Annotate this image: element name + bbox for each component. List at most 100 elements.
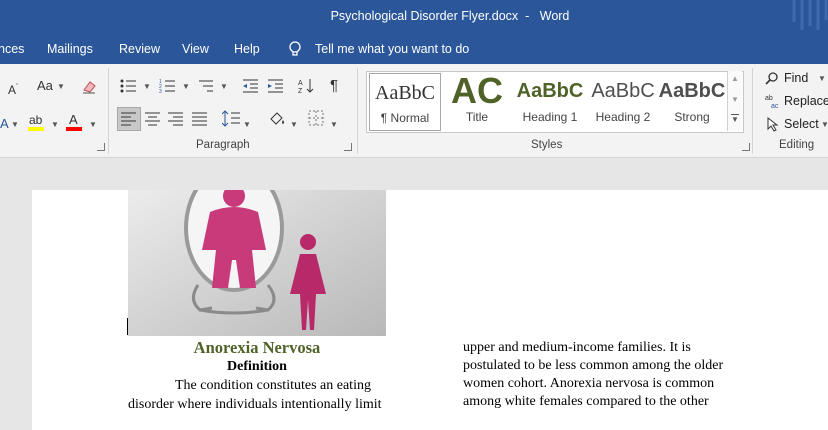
- document-name: Psychological Disorder Flyer.docx: [330, 9, 519, 23]
- numbering-dropdown-icon[interactable]: ▼: [182, 82, 190, 91]
- align-right-icon[interactable]: [168, 112, 184, 126]
- body-line-left[interactable]: The condition constitutes an eating: [175, 378, 371, 394]
- highlight-color-swatch: [28, 127, 44, 131]
- shading-dropdown-icon[interactable]: ▼: [290, 120, 298, 129]
- style-normal-sample: AaBbC: [375, 82, 435, 104]
- style-strong-sample: AaBbC: [658, 80, 726, 102]
- body-line-right[interactable]: women cohort. Anorexia nervosa is common: [463, 376, 714, 392]
- tab-view[interactable]: View: [182, 34, 209, 64]
- section-heading[interactable]: Anorexia Nervosa: [128, 338, 386, 358]
- show-formatting-marks-icon[interactable]: ¶: [330, 78, 338, 94]
- highlighter-icon: ab: [29, 113, 43, 127]
- select-dropdown-icon: ▼: [821, 120, 828, 129]
- styles-dialog-launcher[interactable]: [742, 143, 750, 151]
- find-label: Find: [784, 71, 809, 85]
- multilevel-list-icon[interactable]: [197, 78, 215, 94]
- font-color-swatch: [66, 127, 82, 131]
- numbering-icon[interactable]: 123: [159, 78, 175, 94]
- svg-text:ab: ab: [765, 95, 773, 102]
- style-title-name: Title: [465, 110, 489, 124]
- app-name: Word: [539, 9, 570, 23]
- tab-help[interactable]: Help: [234, 34, 260, 64]
- group-separator: [752, 68, 753, 154]
- tab-mailings[interactable]: Mailings: [47, 34, 93, 64]
- style-strong-name: Strong: [674, 110, 710, 124]
- body-line-right[interactable]: among white females compared to the othe…: [463, 394, 709, 410]
- paragraph-dialog-launcher[interactable]: [344, 143, 352, 151]
- style-heading-2[interactable]: AaBbC Heading 2: [588, 72, 658, 132]
- tab-review[interactable]: Review: [119, 34, 160, 64]
- body-line-right[interactable]: upper and medium-income families. It is: [463, 340, 691, 356]
- svg-text:ac: ac: [771, 103, 779, 109]
- window-title: Psychological Disorder Flyer.docx - Word: [0, 0, 828, 33]
- clear-formatting-icon[interactable]: [81, 78, 99, 94]
- definition-subheading[interactable]: Definition: [128, 359, 386, 375]
- select-button[interactable]: Select ▼: [765, 116, 828, 134]
- style-normal-name: ¶ Normal: [380, 111, 430, 125]
- gallery-more-bar: [731, 114, 739, 115]
- styles-gallery-scroll: ▲ ▼ ▼: [727, 71, 742, 131]
- ribbon: Aˇ Aa ▼ A ▼ ab ▼ A ▼ ▼ 123 ▼ ▼ AZ ¶ ▼ ▼ …: [0, 64, 828, 158]
- body-line-left[interactable]: disorder where individuals intentionally…: [128, 397, 382, 413]
- replace-icon: abac: [765, 95, 779, 109]
- anorexia-illustration[interactable]: [128, 190, 386, 336]
- styles-group-label: Styles: [531, 139, 563, 151]
- highlight-color-button[interactable]: ab: [28, 112, 48, 134]
- svg-text:Z: Z: [298, 88, 303, 95]
- increase-indent-icon[interactable]: [267, 78, 284, 94]
- replace-button[interactable]: ab ac Replace: [765, 93, 828, 111]
- ribbon-pattern-decoration: [792, 0, 828, 30]
- svg-text:A: A: [298, 80, 303, 87]
- font-color-dropdown-icon[interactable]: ▼: [89, 120, 97, 129]
- editing-group-label: Editing: [779, 139, 815, 151]
- document-canvas[interactable]: Anorexia Nervosa Definition The conditio…: [0, 158, 828, 430]
- sort-icon[interactable]: AZ: [298, 77, 314, 95]
- svg-text:3: 3: [159, 89, 162, 94]
- text-effects-icon[interactable]: A: [0, 116, 9, 132]
- font-color-button[interactable]: A: [66, 112, 84, 134]
- line-spacing-dropdown-icon[interactable]: ▼: [243, 120, 251, 129]
- change-case-button[interactable]: Aa: [37, 78, 53, 94]
- justify-icon[interactable]: [192, 112, 208, 126]
- cursor-arrow-icon: [767, 117, 779, 132]
- text-effects-dropdown-icon[interactable]: ▼: [11, 120, 19, 129]
- decrease-indent-icon[interactable]: [242, 78, 259, 94]
- gallery-more-icon[interactable]: ▼: [731, 115, 739, 124]
- align-left-icon: [121, 112, 136, 126]
- ribbon-tabs: nces Mailings Review View Help Tell me w…: [0, 34, 828, 64]
- highlight-dropdown-icon[interactable]: ▼: [51, 120, 59, 129]
- align-left-button[interactable]: [117, 107, 141, 131]
- style-heading-1-sample: AaBbC: [516, 80, 584, 102]
- tell-me-search[interactable]: Tell me what you want to do: [315, 34, 469, 64]
- tab-references[interactable]: nces: [0, 34, 24, 64]
- select-label: Select: [784, 117, 819, 131]
- find-dropdown-icon: ▼: [818, 74, 826, 83]
- change-case-dropdown-icon[interactable]: ▼: [57, 82, 65, 91]
- bullets-icon[interactable]: [120, 78, 136, 94]
- title-bar: Psychological Disorder Flyer.docx - Word: [0, 0, 828, 34]
- font-color-icon: A: [69, 112, 78, 127]
- group-separator: [108, 68, 109, 154]
- shading-icon[interactable]: [268, 110, 286, 128]
- font-dialog-launcher[interactable]: [97, 143, 105, 151]
- style-strong[interactable]: AaBbC Strong: [657, 72, 727, 132]
- gallery-down-icon[interactable]: ▼: [731, 95, 739, 104]
- borders-icon[interactable]: [308, 110, 324, 126]
- grow-font-icon[interactable]: Aˇ: [8, 80, 18, 98]
- gallery-up-icon[interactable]: ▲: [731, 74, 739, 83]
- multilevel-dropdown-icon[interactable]: ▼: [220, 82, 228, 91]
- align-center-icon[interactable]: [145, 112, 161, 126]
- body-line-right[interactable]: postulated to be less common among the o…: [463, 358, 723, 374]
- borders-dropdown-icon[interactable]: ▼: [330, 120, 338, 129]
- line-spacing-icon[interactable]: [222, 110, 240, 128]
- style-heading-1[interactable]: AaBbC Heading 1: [515, 72, 585, 132]
- find-button[interactable]: Find ▼: [765, 70, 828, 88]
- style-heading-2-name: Heading 2: [595, 110, 651, 124]
- style-normal[interactable]: AaBbC ¶ Normal: [369, 73, 441, 131]
- bullets-dropdown-icon[interactable]: ▼: [143, 82, 151, 91]
- replace-label: Replace: [784, 94, 828, 108]
- document-page[interactable]: Anorexia Nervosa Definition The conditio…: [32, 190, 828, 430]
- style-title[interactable]: AC Title: [442, 70, 512, 132]
- styles-gallery: AaBbC ¶ Normal AC Title AaBbC Heading 1 …: [366, 70, 744, 133]
- text-cursor: [127, 318, 128, 335]
